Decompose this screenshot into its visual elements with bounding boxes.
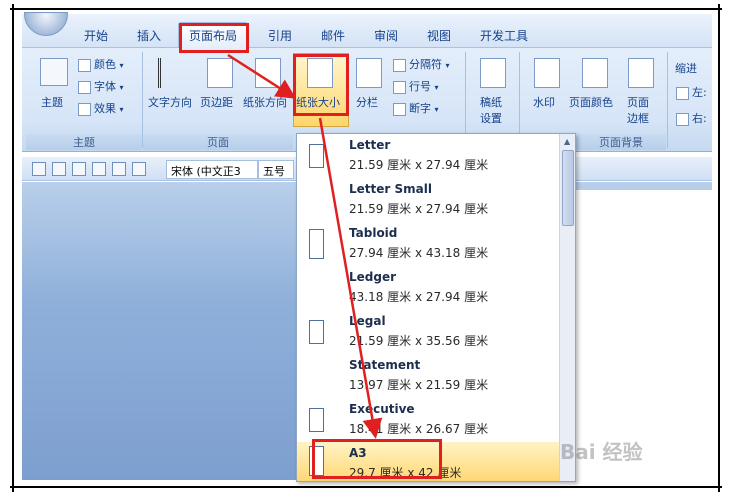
arrow-to-paper-size	[227, 53, 297, 99]
baidu-watermark: Bai 经验	[560, 440, 643, 464]
arrow-to-a3	[318, 117, 383, 439]
annotation-arrows	[227, 53, 383, 439]
